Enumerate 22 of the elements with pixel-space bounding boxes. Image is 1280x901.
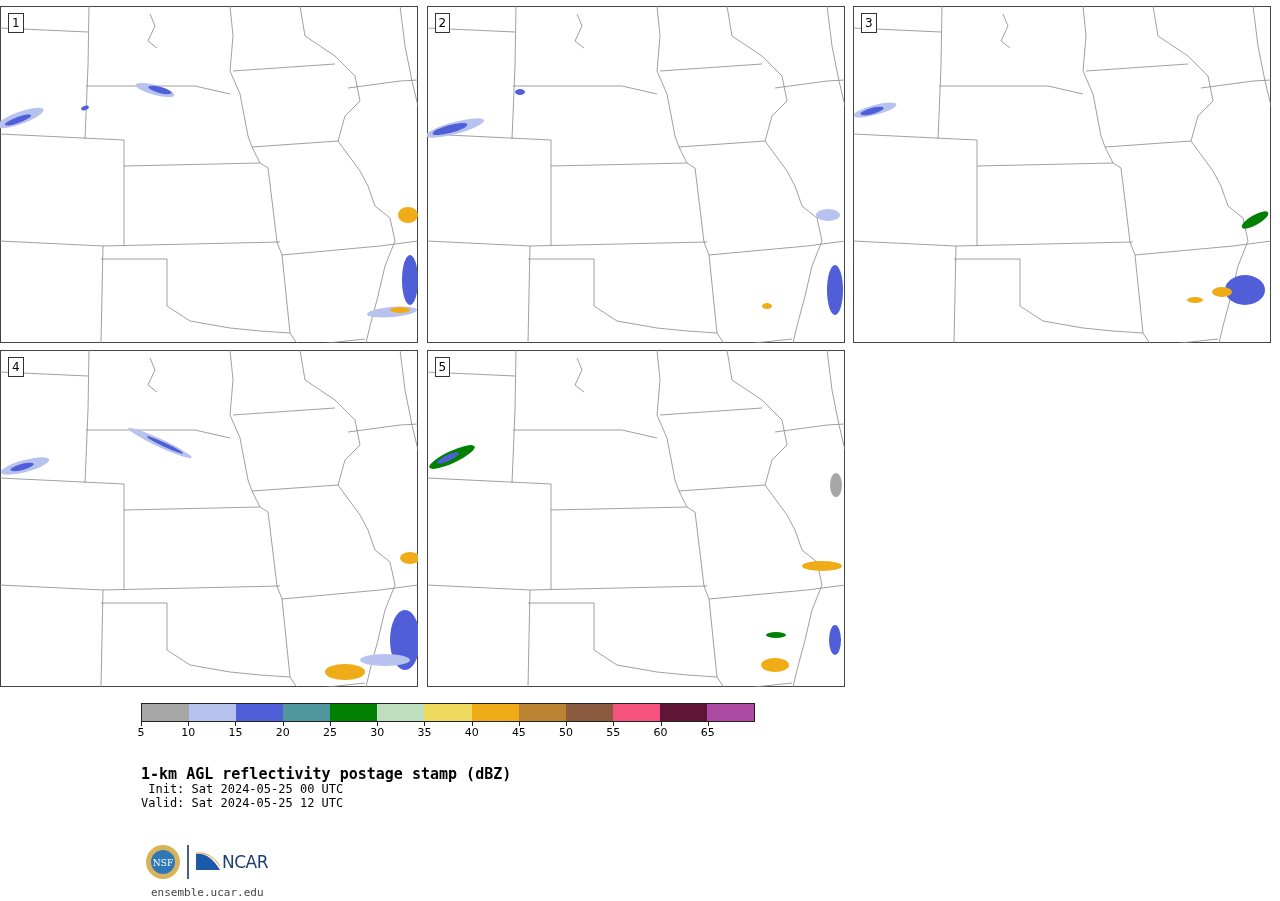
ncar-logo: NCAR bbox=[195, 852, 269, 872]
colorbar-tick-label: 15 bbox=[228, 726, 243, 739]
init-time: Init: Sat 2024-05-25 00 UTC bbox=[147, 782, 345, 796]
seal-logo: NSF bbox=[145, 844, 181, 880]
colorbar-tick-label: 10 bbox=[181, 726, 196, 739]
colorbar-tick-label: 55 bbox=[606, 726, 621, 739]
colorbar-tick-label: 65 bbox=[700, 726, 715, 739]
chart-title: 1-km AGL reflectivity postage stamp (dBZ) bbox=[141, 766, 513, 782]
colorbar-tick-label: 40 bbox=[464, 726, 479, 739]
colorbar-tick-label: 30 bbox=[370, 726, 385, 739]
colorbar-tick-label: 25 bbox=[322, 726, 337, 739]
colorbar-tick-label: 50 bbox=[559, 726, 574, 739]
panel-number: 3 bbox=[861, 13, 877, 33]
valid-time: Valid: Sat 2024-05-25 12 UTC bbox=[141, 796, 345, 810]
colorbar-tick-label: 20 bbox=[275, 726, 290, 739]
panel-number: 1 bbox=[8, 13, 24, 33]
colorbar-tick-label: 35 bbox=[417, 726, 432, 739]
panel-number: 4 bbox=[8, 357, 24, 377]
colorbar-tick-label: 45 bbox=[511, 726, 526, 739]
colorbar-tick-label: 60 bbox=[653, 726, 668, 739]
website-url: ensemble.ucar.edu bbox=[151, 886, 265, 899]
colorbar-tick-label: 5 bbox=[137, 726, 145, 739]
